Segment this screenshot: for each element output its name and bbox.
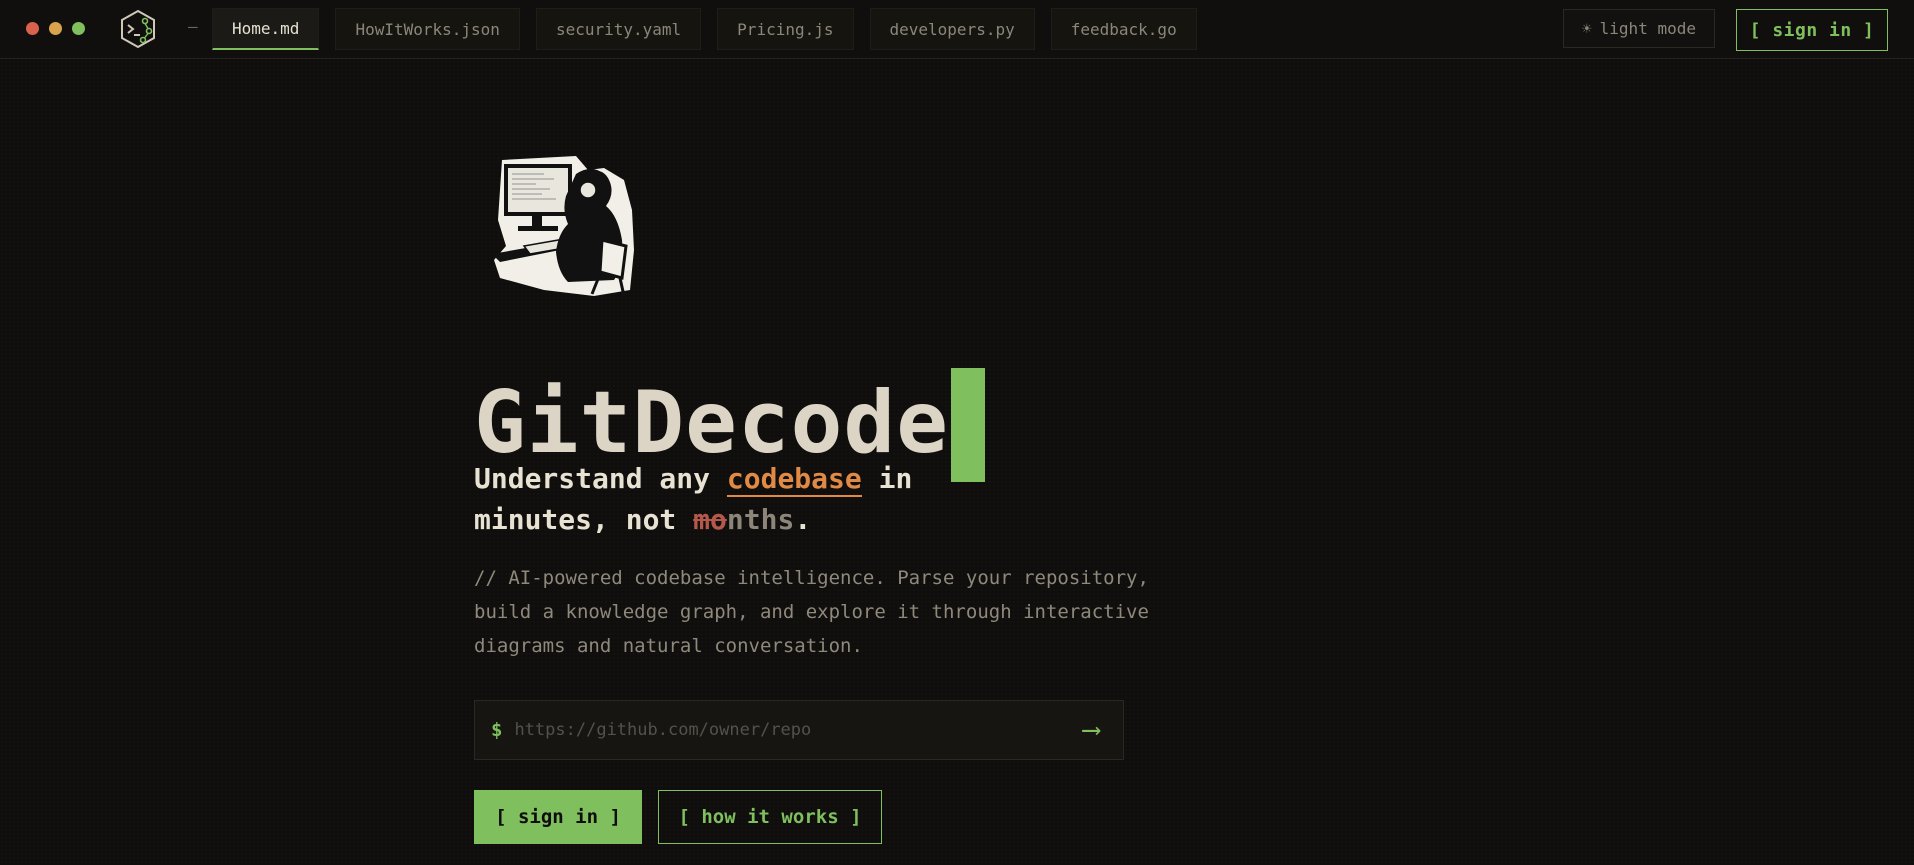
window-controls <box>26 22 85 35</box>
tagline-line2-start: minutes, not <box>474 503 694 536</box>
page-title: GitDecode <box>474 373 949 473</box>
tagline: Understand any codebase in minutes, not … <box>474 458 1074 540</box>
description: // AI-powered codebase intelligence. Par… <box>474 567 1149 657</box>
tagline-part1: Understand any <box>474 462 727 495</box>
header-sign-in-button[interactable]: [ sign in ] <box>1736 9 1888 51</box>
tab-home[interactable]: Home.md <box>212 8 320 50</box>
repo-url-input-box: $ ⟶ <box>474 700 1124 760</box>
how-it-works-button[interactable]: [ how it works ] <box>658 790 882 844</box>
light-mode-label: light mode <box>1599 19 1696 38</box>
tab-feedback[interactable]: feedback.go <box>1050 8 1197 50</box>
sign-in-button[interactable]: [ sign in ] <box>474 790 642 844</box>
close-window-button[interactable] <box>26 22 39 35</box>
top-bar: — Home.md HowItWorks.json security.yaml … <box>0 0 1914 59</box>
cta-buttons: [ sign in ] [ how it works ] <box>474 790 882 844</box>
light-mode-toggle[interactable]: ☀ light mode <box>1563 9 1715 48</box>
tab-how-it-works[interactable]: HowItWorks.json <box>335 8 520 50</box>
sun-icon: ☀ <box>1582 19 1592 38</box>
file-tabs: Home.md HowItWorks.json security.yaml Pr… <box>212 8 1197 50</box>
minimize-window-button[interactable] <box>49 22 62 35</box>
maximize-window-button[interactable] <box>72 22 85 35</box>
tagline-part2: in <box>861 462 913 495</box>
cube-terminal-icon[interactable] <box>118 9 158 49</box>
tagline-end: . <box>794 503 812 536</box>
tab-pricing[interactable]: Pricing.js <box>717 8 854 50</box>
arrow-right-icon[interactable]: ⟶ <box>1083 715 1099 745</box>
tagline-strike: mo <box>693 503 727 536</box>
separator-dash: — <box>188 17 198 36</box>
tab-security[interactable]: security.yaml <box>535 8 702 50</box>
tagline-faded: nths <box>726 503 795 536</box>
developer-at-computer-illustration <box>492 156 634 297</box>
title-row: GitDecode <box>474 346 985 482</box>
tagline-highlight: codebase <box>726 462 862 497</box>
shell-prompt: $ <box>491 719 503 741</box>
tab-developers[interactable]: developers.py <box>869 8 1035 50</box>
repo-url-input[interactable] <box>514 720 1084 740</box>
